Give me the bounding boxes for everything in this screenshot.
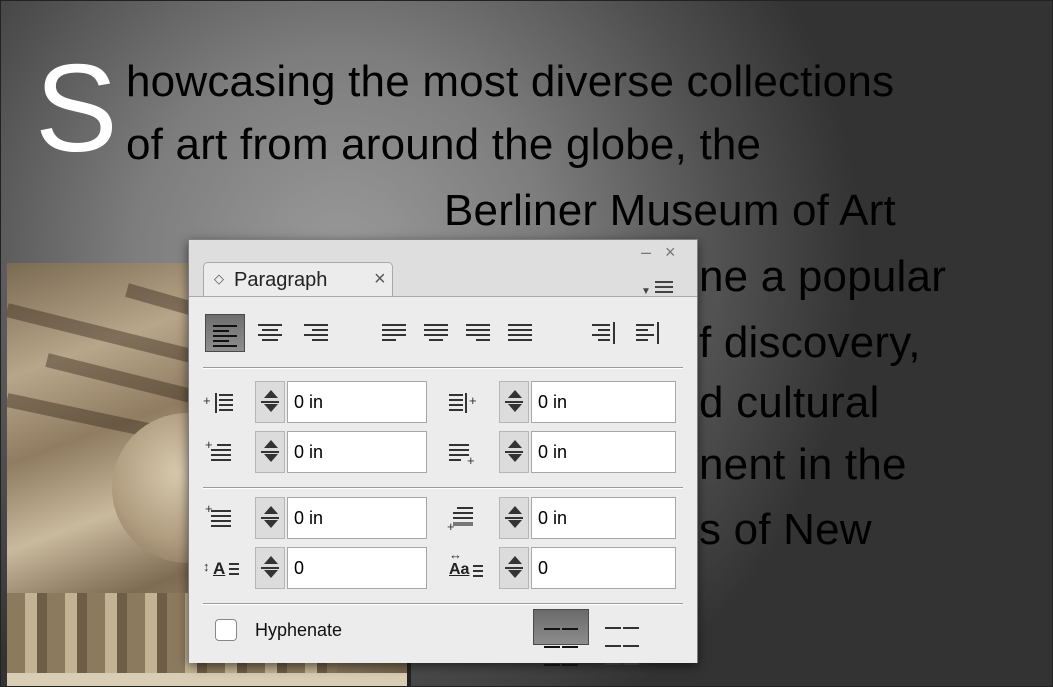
first-line-indent-stepper[interactable] (255, 431, 285, 473)
single-line-composer-button[interactable] (533, 609, 589, 666)
single-line-composer-icon (544, 620, 580, 674)
body-text-line-4: ne a popular (699, 252, 947, 301)
right-indent-stepper[interactable] (499, 381, 529, 423)
paragraph-panel: – × ◇ Paragraph × ▼ + 0 in + 0 in + 0 in… (188, 239, 698, 666)
drop-cap-lines-stepper[interactable] (255, 547, 285, 589)
space-after-icon: + (447, 505, 487, 534)
space-before-field[interactable]: 0 in (287, 497, 427, 539)
tab-label: Paragraph (234, 269, 328, 291)
separator (203, 603, 683, 605)
collapse-arrows-icon[interactable]: ◇ (214, 271, 224, 287)
left-indent-icon: + (203, 389, 243, 417)
last-line-right-indent-icon: + (447, 439, 487, 468)
tab-close-icon[interactable]: × (374, 268, 386, 291)
paragraph-composer-icon (605, 619, 641, 673)
justify-all-icon (508, 324, 532, 344)
space-before-icon: + (203, 501, 243, 533)
first-line-indent-field[interactable]: 0 in (287, 431, 427, 473)
minimize-icon[interactable]: – (641, 242, 651, 262)
left-indent-field[interactable]: 0 in (287, 381, 427, 423)
align-towards-spine-button[interactable] (585, 314, 625, 352)
right-indent-field[interactable]: 0 in (531, 381, 676, 423)
align-right-button[interactable] (297, 314, 337, 352)
separator (203, 487, 683, 489)
body-text-line-1: howcasing the most diverse collections (126, 57, 895, 106)
justify-all-button[interactable] (501, 314, 541, 352)
justify-center-button[interactable] (417, 314, 457, 352)
body-text-line-2: of art from around the globe, the (126, 120, 762, 169)
close-panel-icon[interactable]: × (665, 242, 676, 262)
hamburger-icon (655, 278, 673, 296)
align-center-button[interactable] (251, 314, 291, 352)
align-left-icon (213, 325, 237, 350)
right-indent-icon: + (447, 389, 487, 417)
tab-paragraph[interactable]: ◇ Paragraph × (203, 262, 393, 296)
space-after-stepper[interactable] (499, 497, 529, 539)
space-after-field[interactable]: 0 in (531, 497, 676, 539)
separator (203, 367, 683, 369)
body-text-line-3: Berliner Museum of Art (444, 186, 896, 235)
align-left-button[interactable] (205, 314, 245, 352)
panel-menu-button[interactable]: ▼ (641, 278, 685, 298)
last-line-right-indent-field[interactable]: 0 in (531, 431, 676, 473)
paragraph-composer-button[interactable] (595, 609, 651, 665)
justify-left-icon (382, 324, 406, 344)
last-line-right-indent-stepper[interactable] (499, 431, 529, 473)
body-text-line-5: f discovery, (699, 318, 921, 367)
body-text-line-7: nent in the (699, 440, 907, 489)
drop-cap-characters-field[interactable]: 0 (531, 547, 676, 589)
justify-right-icon (466, 324, 490, 344)
align-right-icon (304, 324, 328, 344)
body-text-line-6: d cultural (699, 378, 880, 427)
hyphenate-label: Hyphenate (255, 620, 343, 640)
drop-cap-characters-icon: ↔ Aa (447, 547, 487, 581)
justify-left-button[interactable] (375, 314, 415, 352)
space-before-stepper[interactable] (255, 497, 285, 539)
align-away-from-spine-button[interactable] (629, 314, 669, 352)
drop-cap-letter: S (35, 40, 118, 178)
body-text-line-8: s of New (699, 505, 872, 554)
first-line-indent-icon: + (203, 437, 243, 467)
hyphenate-checkbox[interactable] (215, 619, 237, 641)
left-indent-stepper[interactable] (255, 381, 285, 423)
document-canvas: S howcasing the most diverse collections… (0, 0, 1053, 687)
drop-cap-lines-field[interactable]: 0 (287, 547, 427, 589)
drop-cap-lines-icon: ↕ A (203, 555, 243, 583)
align-center-icon (258, 324, 282, 344)
justify-center-icon (424, 324, 448, 344)
drop-cap-characters-stepper[interactable] (499, 547, 529, 589)
panel-body: + 0 in + 0 in + 0 in + 0 in + 0 in + 0 i… (189, 296, 697, 666)
justify-right-button[interactable] (459, 314, 499, 352)
